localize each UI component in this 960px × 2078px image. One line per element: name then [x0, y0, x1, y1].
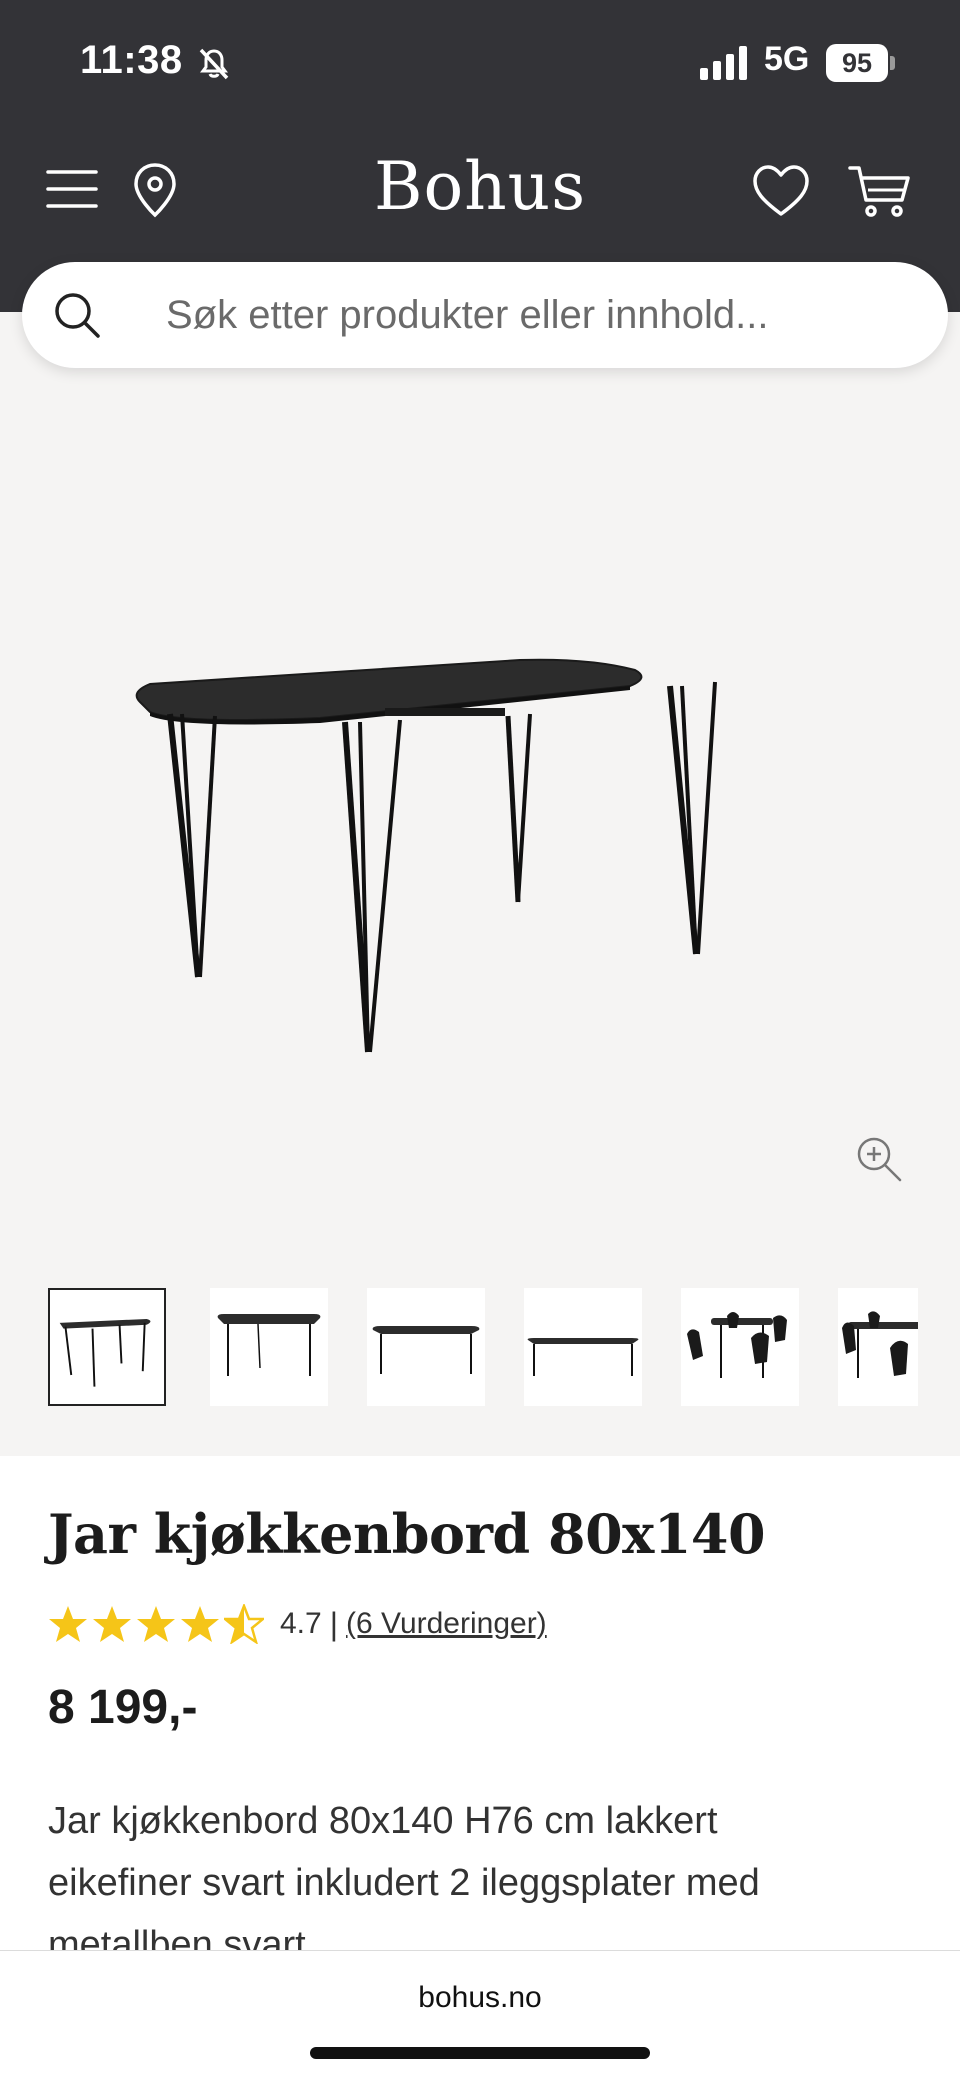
- battery-nub: [890, 56, 895, 70]
- thumbnail-3[interactable]: [367, 1288, 485, 1406]
- star-full-icon: [49, 1606, 87, 1642]
- site-header: Bohus: [0, 140, 960, 250]
- menu-icon[interactable]: [46, 166, 98, 212]
- product-price: 8 199,-: [48, 1681, 198, 1734]
- thumbnail-6-image: [842, 1311, 918, 1378]
- battery-level: 95: [826, 44, 888, 82]
- thumbnail-3-image: [372, 1326, 480, 1374]
- browser-address-bar: bohus.no: [0, 1950, 960, 2078]
- bell-muted-icon: [199, 48, 229, 80]
- product-gallery: [0, 312, 960, 1456]
- network-type: 5G: [764, 40, 810, 78]
- location-pin-icon[interactable]: [130, 162, 180, 218]
- thumbnail-2-image: [217, 1314, 321, 1376]
- product-rating: 4.7 | (6 Vurderinger): [48, 1600, 547, 1648]
- heart-icon[interactable]: [752, 164, 810, 218]
- thumbnail-5[interactable]: [681, 1288, 799, 1406]
- rating-separator: |: [329, 1605, 339, 1642]
- thumbnail-6[interactable]: [838, 1288, 918, 1406]
- search-icon[interactable]: [52, 290, 102, 340]
- thumbnail-1[interactable]: [48, 1288, 166, 1406]
- rating-score: 4.7: [280, 1607, 322, 1640]
- reviews-link[interactable]: (6 Vurderinger): [346, 1607, 547, 1641]
- star-half-icon: [224, 1604, 264, 1644]
- thumbnail-1-image: [59, 1318, 151, 1387]
- thumbnail-5-image: [687, 1312, 787, 1378]
- search-input[interactable]: [166, 262, 906, 368]
- product-description: Jar kjøkkenbord 80x140 H76 cm lakkert ei…: [48, 1800, 760, 1950]
- status-bar: 11:38 5G 95: [0, 0, 960, 120]
- signal-icon: [700, 46, 747, 80]
- search-bar: [22, 262, 948, 368]
- thumbnail-strip: [48, 1288, 918, 1408]
- thumbnail-4-image: [527, 1338, 639, 1376]
- thumbnail-2[interactable]: [210, 1288, 328, 1406]
- status-time: 11:38: [80, 38, 183, 82]
- star-full-icon: [137, 1606, 175, 1642]
- star-full-icon: [93, 1606, 131, 1642]
- product-title: Jar kjøkkenbord 80x140: [48, 1502, 766, 1566]
- product-main-image[interactable]: [120, 582, 760, 1102]
- rating-stars: [48, 1604, 264, 1644]
- zoom-in-icon[interactable]: [854, 1134, 904, 1184]
- browser-url[interactable]: bohus.no: [0, 1981, 960, 2015]
- battery-icon: 95: [826, 44, 896, 82]
- home-indicator[interactable]: [310, 2047, 650, 2059]
- star-full-icon: [181, 1606, 219, 1642]
- cart-icon[interactable]: [848, 164, 910, 220]
- thumbnail-4[interactable]: [524, 1288, 642, 1406]
